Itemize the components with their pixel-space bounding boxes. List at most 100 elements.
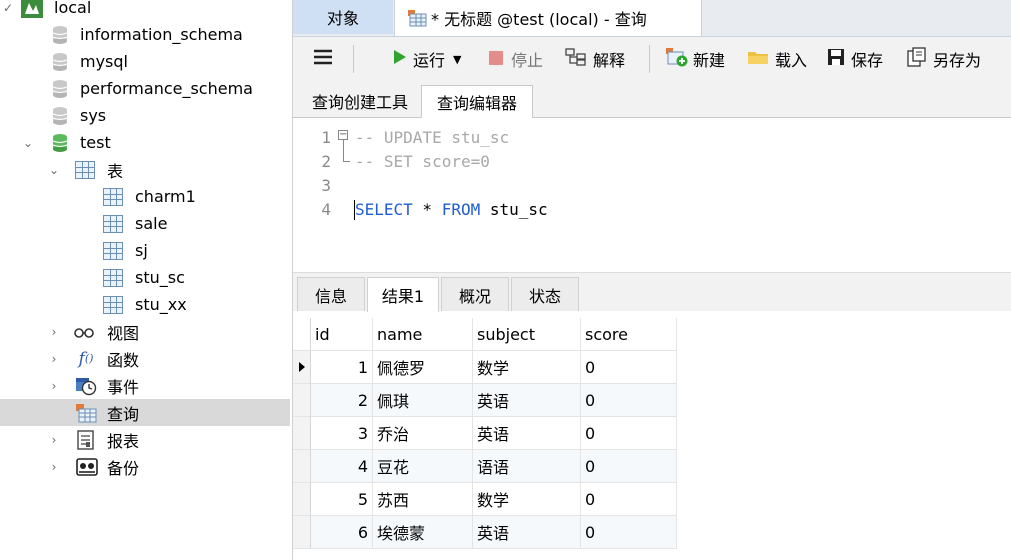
table-row[interactable]: 4 豆花 语语 0: [293, 450, 677, 483]
tab-label: 查询创建工具: [312, 89, 408, 113]
database-label: information_schema: [80, 25, 243, 44]
table-item[interactable]: sj: [0, 237, 290, 264]
cell-id[interactable]: 1: [311, 351, 373, 384]
sql-editor[interactable]: 1 2 3 4 − -- UPDATE stu_sc -- SET score=…: [293, 118, 1011, 270]
connection-local[interactable]: ✓ local: [0, 0, 290, 21]
database-item-test[interactable]: ⌄ test: [0, 129, 290, 156]
hamburger-icon: [313, 49, 333, 69]
tab-objects[interactable]: 对象: [293, 0, 393, 34]
group-label: 报表: [107, 428, 139, 452]
database-item[interactable]: information_schema: [0, 21, 290, 48]
database-label: performance_schema: [80, 79, 253, 98]
cell-subject[interactable]: 语语: [473, 450, 581, 483]
tab-result1[interactable]: 结果1: [367, 277, 439, 312]
fold-line: [343, 140, 344, 161]
tab-info[interactable]: 信息: [297, 277, 365, 311]
chevron-right-icon[interactable]: ›: [48, 380, 60, 392]
table-item[interactable]: stu_sc: [0, 264, 290, 291]
tab-query-editor[interactable]: 查询编辑器: [421, 85, 533, 118]
group-functions[interactable]: › f() 函数: [0, 345, 290, 372]
cell-score[interactable]: 0: [581, 483, 677, 516]
new-button[interactable]: 新建: [665, 37, 725, 81]
cell-name[interactable]: 埃德蒙: [373, 516, 473, 549]
cell-score[interactable]: 0: [581, 351, 677, 384]
menu-button[interactable]: [313, 37, 333, 81]
database-label: mysql: [80, 52, 128, 71]
row-indicator: [293, 417, 311, 450]
table-row[interactable]: 5 苏西 数学 0: [293, 483, 677, 516]
group-backups[interactable]: › 备份: [0, 453, 290, 480]
sql-keyword: SELECT: [355, 200, 413, 219]
cell-name[interactable]: 豆花: [373, 450, 473, 483]
column-header[interactable]: score: [581, 318, 677, 351]
sql-text: stu_sc: [480, 200, 547, 219]
database-item[interactable]: sys: [0, 102, 290, 129]
table-row[interactable]: 3 乔治 英语 0: [293, 417, 677, 450]
group-views[interactable]: › 视图: [0, 318, 290, 345]
chevron-right-icon[interactable]: ›: [48, 461, 60, 473]
cell-score[interactable]: 0: [581, 384, 677, 417]
table-row[interactable]: 6 埃德蒙 英语 0: [293, 516, 677, 549]
dropdown-arrow-icon[interactable]: ▼: [453, 53, 461, 66]
cell-id[interactable]: 5: [311, 483, 373, 516]
database-item[interactable]: performance_schema: [0, 75, 290, 102]
cell-subject[interactable]: 英语: [473, 417, 581, 450]
load-button[interactable]: 载入: [747, 37, 807, 81]
cell-id[interactable]: 4: [311, 450, 373, 483]
save-button[interactable]: 保存: [827, 37, 883, 81]
current-row-icon: [293, 351, 311, 384]
cell-id[interactable]: 3: [311, 417, 373, 450]
cell-subject[interactable]: 英语: [473, 384, 581, 417]
chevron-right-icon[interactable]: ›: [48, 326, 60, 338]
cell-score[interactable]: 0: [581, 516, 677, 549]
chevron-right-icon[interactable]: ›: [48, 353, 60, 365]
group-events[interactable]: › 事件: [0, 372, 290, 399]
chevron-right-icon[interactable]: ›: [48, 434, 60, 446]
cell-name[interactable]: 佩德罗: [373, 351, 473, 384]
save-label: 保存: [851, 47, 883, 71]
cell-score[interactable]: 0: [581, 417, 677, 450]
cell-name[interactable]: 乔治: [373, 417, 473, 450]
cell-score[interactable]: 0: [581, 450, 677, 483]
tab-query[interactable]: * 无标题 @test (local) - 查询: [394, 0, 702, 36]
tab-profile[interactable]: 概况: [441, 277, 509, 311]
table-label: sale: [135, 214, 167, 233]
cell-subject[interactable]: 数学: [473, 351, 581, 384]
fold-collapse-icon[interactable]: −: [338, 130, 348, 140]
query-toolbar: 运行 ▼ 停止 解释 新建 载入: [293, 37, 1011, 81]
tables-group[interactable]: ⌄ 表: [0, 156, 290, 183]
run-button[interactable]: 运行 ▼: [393, 37, 461, 81]
group-queries[interactable]: 查询: [0, 399, 290, 426]
explain-button[interactable]: 解释: [565, 37, 625, 81]
connection-icon: [20, 0, 44, 19]
table-item[interactable]: sale: [0, 210, 290, 237]
chevron-down-icon[interactable]: ✓: [2, 2, 14, 14]
column-header[interactable]: subject: [473, 318, 581, 351]
table-icon: [75, 161, 95, 179]
cell-name[interactable]: 佩琪: [373, 384, 473, 417]
group-reports[interactable]: › 报表: [0, 426, 290, 453]
database-item[interactable]: mysql: [0, 48, 290, 75]
column-header[interactable]: id: [311, 318, 373, 351]
table-row[interactable]: 1 佩德罗 数学 0: [293, 351, 677, 384]
row-indicator: [293, 483, 311, 516]
cell-name[interactable]: 苏西: [373, 483, 473, 516]
column-header[interactable]: name: [373, 318, 473, 351]
chevron-down-icon[interactable]: ⌄: [22, 137, 34, 149]
tab-query-builder[interactable]: 查询创建工具: [299, 85, 421, 117]
chevron-down-icon[interactable]: ⌄: [48, 164, 60, 176]
cell-id[interactable]: 6: [311, 516, 373, 549]
tab-label: 状态: [529, 283, 561, 307]
table-row[interactable]: 2 佩琪 英语 0: [293, 384, 677, 417]
cell-subject[interactable]: 英语: [473, 516, 581, 549]
table-item[interactable]: stu_xx: [0, 291, 290, 318]
new-label: 新建: [693, 47, 725, 71]
save-as-button[interactable]: 另存为: [907, 37, 981, 81]
stop-button[interactable]: 停止: [489, 37, 543, 81]
cell-id[interactable]: 2: [311, 384, 373, 417]
table-icon: [103, 188, 123, 206]
tab-label: 结果1: [382, 283, 424, 307]
tab-status[interactable]: 状态: [511, 277, 579, 311]
table-item[interactable]: charm1: [0, 183, 290, 210]
cell-subject[interactable]: 数学: [473, 483, 581, 516]
